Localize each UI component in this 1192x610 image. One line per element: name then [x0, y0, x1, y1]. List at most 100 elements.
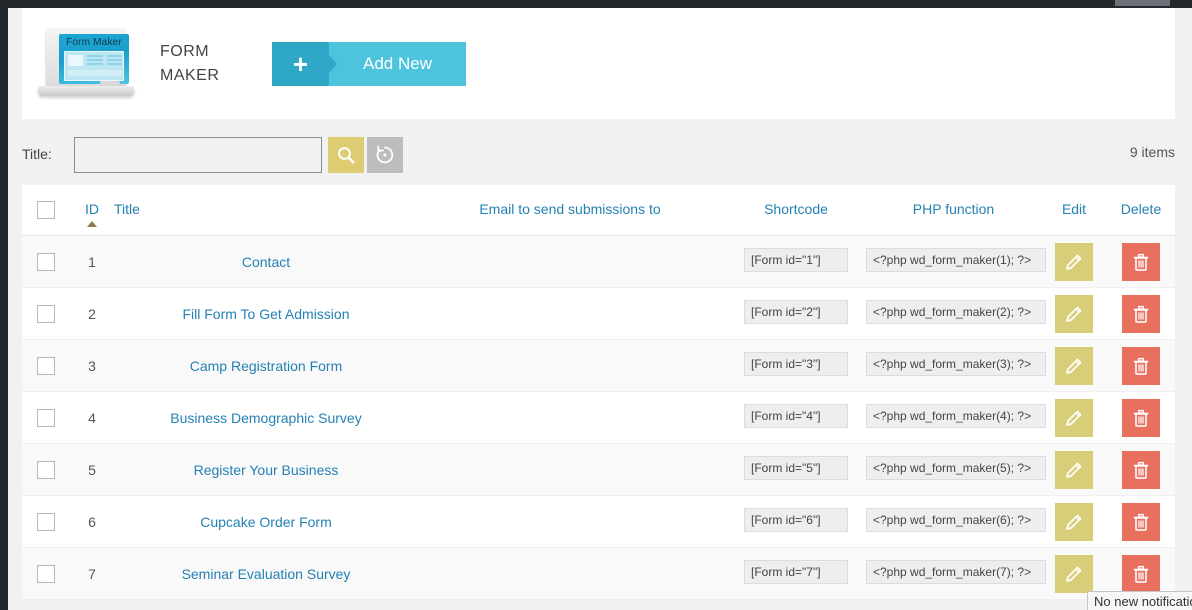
table-row: 1 Contact [Form id="1"] <?php wd_form_maker… [22, 235, 1175, 288]
cell-id: 3 [70, 339, 114, 392]
cell-shortcode: [Form id="1"] [726, 235, 866, 288]
sort-ascending-icon [87, 221, 97, 227]
cell-id: 7 [70, 547, 114, 600]
trash-icon [1133, 409, 1149, 427]
column-header-select-all [22, 185, 70, 236]
reset-button[interactable] [367, 137, 403, 173]
delete-button[interactable] [1122, 294, 1160, 333]
trash-icon [1133, 305, 1149, 323]
column-header-delete-label: Delete [1120, 201, 1162, 217]
table-header-row: ID Title Email to send submissions to Sh… [22, 185, 1175, 236]
cell-email [414, 287, 726, 340]
page-title-line2: MAKER [160, 66, 220, 84]
trash-icon [1133, 357, 1149, 375]
delete-button[interactable] [1122, 346, 1160, 385]
row-checkbox[interactable] [37, 564, 55, 583]
row-checkbox[interactable] [37, 252, 55, 271]
shortcode-field[interactable]: [Form id="1"] [744, 248, 848, 272]
table-row: 2 Fill Form To Get Admission [Form id="2"]… [22, 287, 1175, 340]
form-title-link[interactable]: Cupcake Order Form [200, 514, 331, 530]
cell-edit [1041, 287, 1107, 340]
trash-icon [1133, 253, 1149, 271]
form-title-link[interactable]: Contact [242, 254, 290, 270]
cell-php: <?php wd_form_maker(7); ?> [866, 547, 1046, 600]
form-title-link[interactable]: Seminar Evaluation Survey [182, 566, 351, 582]
row-checkbox[interactable] [37, 408, 55, 427]
plus-icon: + [272, 41, 329, 86]
row-checkbox[interactable] [37, 304, 55, 323]
delete-button[interactable] [1122, 450, 1160, 489]
form-title-link[interactable]: Register Your Business [194, 462, 339, 478]
row-select-cell [22, 495, 70, 548]
php-function-field[interactable]: <?php wd_form_maker(4); ?> [866, 404, 1046, 428]
delete-button[interactable] [1122, 242, 1160, 281]
shortcode-field[interactable]: [Form id="2"] [744, 300, 848, 324]
php-function-field[interactable]: <?php wd_form_maker(2); ?> [866, 300, 1046, 324]
search-icon [338, 147, 355, 164]
cell-shortcode: [Form id="6"] [726, 495, 866, 548]
cell-php: <?php wd_form_maker(6); ?> [866, 495, 1046, 548]
edit-button[interactable] [1055, 242, 1093, 281]
row-checkbox[interactable] [37, 356, 55, 375]
edit-button[interactable] [1055, 502, 1093, 541]
form-title-link[interactable]: Business Demographic Survey [170, 410, 361, 426]
cell-title: Business Demographic Survey [114, 391, 414, 444]
shortcode-field[interactable]: [Form id="7"] [744, 560, 848, 584]
row-checkbox[interactable] [37, 512, 55, 531]
shortcode-field[interactable]: [Form id="4"] [744, 404, 848, 428]
page-header: Form Maker FORM MAKER + Add New [22, 8, 1175, 119]
php-function-field[interactable]: <?php wd_form_maker(6); ?> [866, 508, 1046, 532]
column-header-edit-label: Edit [1061, 201, 1087, 217]
cell-edit [1041, 443, 1107, 496]
search-input[interactable] [74, 137, 322, 173]
title-filter-label: Title: [22, 146, 52, 162]
cell-title: Camp Registration Form [114, 339, 414, 392]
row-checkbox[interactable] [37, 460, 55, 479]
delete-button[interactable] [1122, 554, 1160, 593]
row-select-cell [22, 391, 70, 444]
form-title-link[interactable]: Fill Form To Get Admission [182, 306, 349, 322]
cell-email [414, 339, 726, 392]
select-all-checkbox[interactable] [37, 201, 55, 220]
pencil-icon [1066, 358, 1082, 374]
mockup-line [107, 54, 122, 57]
column-header-shortcode: Shortcode [726, 185, 866, 236]
add-new-button[interactable]: + Add New [272, 41, 466, 86]
edit-button[interactable] [1055, 554, 1093, 593]
php-function-field[interactable]: <?php wd_form_maker(7); ?> [866, 560, 1046, 584]
cell-delete [1107, 443, 1175, 496]
column-header-email[interactable]: Email to send submissions to [414, 185, 726, 236]
table-row: 4 Business Demographic Survey [Form id="4"… [22, 391, 1175, 444]
shortcode-field[interactable]: [Form id="5"] [744, 456, 848, 480]
search-button[interactable] [328, 137, 364, 173]
items-count: 9 items [1129, 144, 1175, 160]
cell-title: Contact [114, 235, 414, 288]
pencil-icon [1066, 306, 1082, 322]
column-header-title[interactable]: Title [114, 185, 414, 236]
cell-php: <?php wd_form_maker(2); ?> [866, 287, 1046, 340]
admin-bar-item[interactable] [1115, 0, 1170, 6]
edit-button[interactable] [1055, 294, 1093, 333]
form-title-link[interactable]: Camp Registration Form [190, 358, 343, 374]
shortcode-field[interactable]: [Form id="3"] [744, 352, 848, 376]
pencil-icon [1066, 462, 1082, 478]
edit-button[interactable] [1055, 398, 1093, 437]
row-select-cell [22, 287, 70, 340]
edit-button[interactable] [1055, 450, 1093, 489]
cell-shortcode: [Form id="7"] [726, 547, 866, 600]
php-function-field[interactable]: <?php wd_form_maker(5); ?> [866, 456, 1046, 480]
edit-button[interactable] [1055, 346, 1093, 385]
wp-admin-sidebar[interactable] [0, 8, 8, 610]
shortcode-field[interactable]: [Form id="6"] [744, 508, 848, 532]
delete-button[interactable] [1122, 502, 1160, 541]
php-function-field[interactable]: <?php wd_form_maker(1); ?> [866, 248, 1046, 272]
row-select-cell [22, 547, 70, 600]
php-function-field[interactable]: <?php wd_form_maker(3); ?> [866, 352, 1046, 376]
delete-button[interactable] [1122, 398, 1160, 437]
trash-icon [1133, 565, 1149, 583]
pencil-icon [1066, 566, 1082, 582]
wp-admin-bar [0, 0, 1192, 8]
form-mockup [64, 50, 124, 81]
column-header-id[interactable]: ID [70, 185, 114, 236]
page-title: FORM MAKER [160, 40, 244, 88]
